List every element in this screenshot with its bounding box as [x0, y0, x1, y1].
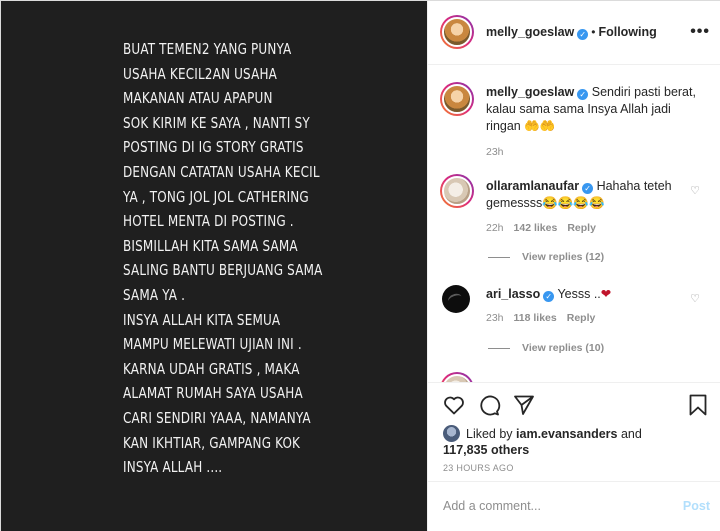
caption-meta: 23h — [486, 146, 514, 158]
instagram-post: BUAT TEMEN2 YANG PUNYA USAHA KECIL2AN US… — [0, 0, 720, 531]
share-icon[interactable] — [512, 393, 536, 417]
verified-icon: ✓ — [582, 183, 594, 194]
like-comment-icon[interactable]: ♡ — [690, 184, 700, 197]
add-comment-bar: Add a comment... Post — [428, 481, 720, 531]
comment-meta: 23h 118 likes Reply — [486, 312, 605, 324]
caption-avatar[interactable] — [440, 82, 474, 116]
comment-input[interactable]: Add a comment... — [443, 499, 541, 513]
caption: melly_goeslaw ✓ Sendiri pasti berat, kala… — [486, 84, 706, 135]
view-replies-label: View replies (12) — [522, 251, 605, 263]
comment: ari_lasso ✓ Yesss ..❤ — [486, 286, 686, 303]
following-button[interactable]: Following — [598, 25, 656, 39]
more-options-icon[interactable]: ••• — [690, 23, 710, 41]
post-button[interactable]: Post — [683, 499, 710, 513]
liked-by-and: and — [620, 427, 642, 441]
heart-icon[interactable] — [442, 393, 466, 417]
comment-username[interactable]: ollaramlanaufar — [486, 179, 579, 193]
comments-list: melly_goeslaw ✓ Sendiri pasti berat, kala… — [428, 66, 720, 382]
likes-count[interactable]: 117,835 others — [443, 443, 529, 457]
verified-icon: ✓ — [543, 291, 555, 302]
caption-time[interactable]: 23h — [486, 146, 504, 158]
reply-button[interactable]: Reply — [567, 222, 596, 234]
liked-by: Liked by iam.evansanders and 117,835 oth… — [443, 425, 642, 458]
comment-username[interactable]: ari_lasso — [486, 287, 540, 301]
header-username[interactable]: melly_goeslaw — [486, 25, 574, 39]
comment-likes[interactable]: 118 likes — [514, 312, 557, 324]
view-replies-button[interactable]: View replies (10) — [488, 342, 604, 354]
post-header: melly_goeslaw ✓ • Following ••• — [428, 1, 720, 65]
liked-by-prefix: Liked by — [466, 427, 513, 441]
post-side-panel: melly_goeslaw ✓ • Following ••• melly_goesl… — [427, 1, 720, 531]
post-timestamp[interactable]: 23 HOURS AGO — [443, 463, 514, 473]
avatar[interactable] — [440, 15, 474, 49]
divider — [488, 347, 510, 349]
separator: • — [591, 25, 596, 39]
verified-icon: ✓ — [577, 29, 589, 40]
liker-avatar[interactable] — [443, 425, 460, 442]
header-user: melly_goeslaw ✓ • Following — [486, 25, 657, 40]
bookmark-icon[interactable] — [686, 393, 710, 417]
comment-text: Yesss .. — [557, 287, 601, 301]
comment-avatar[interactable] — [440, 174, 474, 208]
liker-username[interactable]: iam.evansanders — [516, 427, 617, 441]
divider — [488, 256, 510, 258]
comment-avatar[interactable] — [442, 285, 470, 313]
view-replies-label: View replies (10) — [522, 342, 605, 354]
comment-time[interactable]: 22h — [486, 222, 504, 234]
comment-meta: 22h 142 likes Reply — [486, 222, 606, 234]
story-text: BUAT TEMEN2 YANG PUNYA USAHA KECIL2AN US… — [123, 40, 323, 477]
comment-avatar[interactable] — [440, 372, 474, 382]
verified-icon: ✓ — [577, 89, 589, 100]
comment: ollaramlanaufar ✓ Hahaha teteh gemessss😂😂… — [486, 178, 686, 212]
heart-emoji: ❤ — [600, 287, 612, 301]
caption-username[interactable]: melly_goeslaw — [486, 85, 574, 99]
reply-button[interactable]: Reply — [567, 312, 596, 324]
comment-icon[interactable] — [477, 393, 501, 417]
story-photo: BUAT TEMEN2 YANG PUNYA USAHA KECIL2AN US… — [1, 1, 427, 531]
like-comment-icon[interactable]: ♡ — [690, 292, 700, 305]
view-replies-button[interactable]: View replies (12) — [488, 251, 604, 263]
comment-time[interactable]: 23h — [486, 312, 504, 324]
comment-likes[interactable]: 142 likes — [514, 222, 558, 234]
